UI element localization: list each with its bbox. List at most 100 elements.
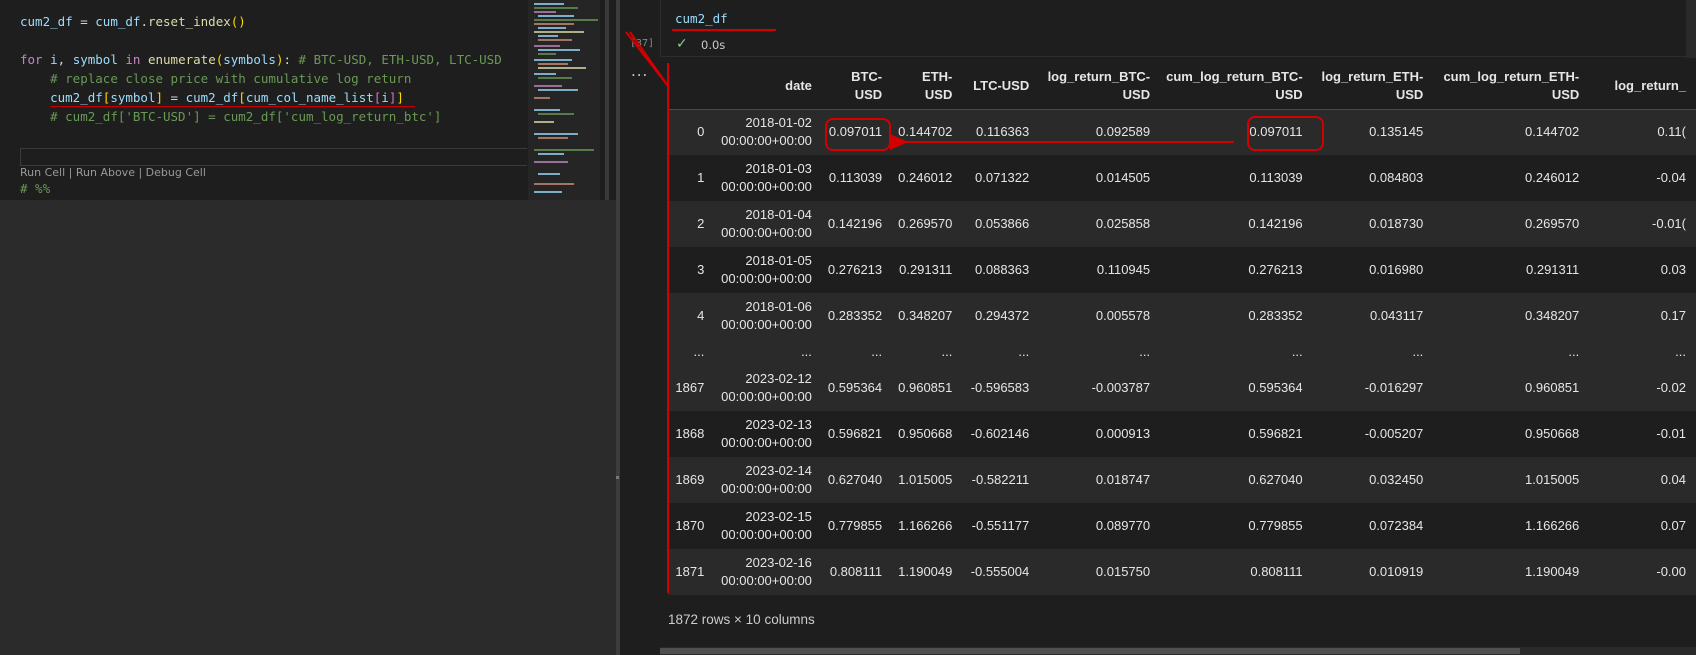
table-cell: 0.089770	[1095, 518, 1151, 533]
check-icon: ✓	[676, 36, 688, 52]
table-cell: 0.142196	[1248, 216, 1303, 231]
column-header: log_return_BTC- USD	[1039, 63, 1161, 110]
output-more-button[interactable]: ...	[631, 62, 648, 80]
table-cell: 0.291311	[899, 262, 953, 277]
execution-count: [37]	[630, 38, 655, 49]
table-cell: ...	[801, 344, 812, 359]
table-cell: 0.043117	[1370, 308, 1424, 323]
row-index-cell: 1869	[675, 472, 705, 487]
table-cell: -0.00	[1656, 564, 1686, 579]
debug-cell-link[interactable]: Debug Cell	[146, 166, 206, 179]
minimap[interactable]	[528, 0, 600, 200]
table-cell: 0.596821	[827, 426, 883, 441]
code-line-1: cum2_df = cum_df.reset_index()	[20, 14, 246, 29]
table-cell: -0.005207	[1364, 426, 1424, 441]
column-header: log_return_ETH- USD	[1312, 63, 1434, 110]
dataframe-table: date BTC- USD ETH- USD LTC-USD log_return_BTC-…	[668, 63, 1696, 595]
table-cell: 0.269570	[1525, 216, 1580, 231]
table-cell: -0.596583	[970, 380, 1030, 395]
code-editor[interactable]: cum2_df = cum_df.reset_index() for i, sy…	[0, 0, 616, 200]
output-hscroll-thumb[interactable]	[660, 648, 1520, 654]
dataframe-shape: 1872 rows × 10 columns	[668, 612, 815, 627]
cell-input-code[interactable]: cum2_df	[675, 11, 728, 26]
table-cell: 0.016980	[1369, 262, 1424, 277]
row-index-cell: 1	[697, 170, 705, 185]
table-cell: 0.348207	[1525, 308, 1580, 323]
table-cell: ...	[1675, 344, 1686, 359]
row-index-cell: 4	[697, 308, 705, 323]
row-index-cell: 1871	[675, 564, 705, 579]
table-cell: 0.627040	[1248, 472, 1303, 487]
table-cell: 0.627040	[827, 472, 883, 487]
row-index-cell: ...	[693, 344, 705, 359]
pane-splitter[interactable]	[616, 0, 620, 655]
table-row: 3 2018-01-05 00:00:00+00:00 0.276213 0.29131…	[668, 247, 1696, 293]
table-cell: 0.084803	[1369, 170, 1424, 185]
table-cell: ...	[1018, 344, 1030, 359]
table-cell: -0.02	[1656, 380, 1686, 395]
column-header: cum_log_return_BTC- USD	[1160, 63, 1313, 110]
table-cell: 0.11(	[1657, 124, 1686, 140]
column-header: date	[714, 63, 822, 110]
editor-scrollbar[interactable]	[605, 0, 609, 200]
table-cell: 2023-02-15 00:00:00+00:00	[721, 509, 812, 542]
table-cell: 2018-01-05 00:00:00+00:00	[721, 253, 812, 286]
red-underline-annotation	[50, 106, 415, 107]
table-cell: 1.190049	[1525, 564, 1580, 579]
table-cell: 0.071322	[975, 170, 1030, 185]
table-cell: ...	[871, 344, 883, 359]
table-cell: 0.246012	[1525, 170, 1580, 185]
run-above-link[interactable]: Run Above	[76, 166, 135, 179]
table-cell: ...	[1139, 344, 1151, 359]
table-cell: 2023-02-13 00:00:00+00:00	[721, 417, 812, 450]
table-cell: 0.144702	[1525, 124, 1580, 140]
table-cell: 0.113039	[828, 170, 883, 185]
row-index-cell: 3	[697, 262, 705, 277]
table-cell: 0.779855	[1248, 518, 1303, 533]
table-header-row: date BTC- USD ETH- USD LTC-USD log_return_BTC-…	[668, 63, 1696, 110]
table-row: 1 2018-01-03 00:00:00+00:00 0.113039 0.24601…	[668, 155, 1696, 201]
table-cell: 0.032450	[1369, 472, 1424, 487]
table-cell: ...	[1568, 344, 1580, 359]
table-cell: 2018-01-04 00:00:00+00:00	[721, 207, 812, 240]
table-cell: 0.348207	[898, 308, 953, 323]
run-cell-link[interactable]: Run Cell	[20, 166, 65, 179]
table-cell: 0.596821	[1248, 426, 1303, 441]
red-vertical-annotation	[667, 63, 669, 593]
notebook-scrollbar[interactable]	[1686, 0, 1696, 58]
column-header: BTC- USD	[821, 63, 893, 110]
code-block[interactable]: cum2_df = cum_df.reset_index() for i, sy…	[20, 12, 502, 126]
table-cell: 0.018730	[1369, 216, 1424, 231]
table-row: 0 2018-01-02 00:00:00+00:00 0.097011 0.14470…	[668, 109, 1696, 155]
table-cell: 0.018747	[1095, 472, 1151, 487]
table-cell: 0.960851	[1525, 380, 1580, 395]
table-cell: ...	[941, 344, 953, 359]
table-cell: 0.116363	[975, 124, 1030, 140]
table-cell: 0.088363	[975, 262, 1030, 277]
table-cell: 0.950668	[1525, 426, 1580, 441]
table-cell: 0.276213	[1248, 262, 1303, 277]
table-cell: -0.01	[1656, 426, 1686, 441]
table-row: 1867 2023-02-12 00:00:00+00:00 0.595364 0.96…	[668, 365, 1696, 411]
table-cell: 0.025858	[1095, 216, 1151, 231]
table-cell: 0.960851	[898, 380, 953, 395]
table-cell: 0.17	[1660, 308, 1686, 323]
table-cell: 0.269570	[898, 216, 953, 231]
table-cell: 2018-01-06 00:00:00+00:00	[721, 299, 812, 332]
table-cell: 0.276213	[827, 262, 883, 277]
table-cell: 0.010919	[1369, 564, 1424, 579]
table-cell: 0.097011	[828, 124, 883, 140]
table-cell: 0.135145	[1369, 124, 1424, 140]
table-cell: 2023-02-16 00:00:00+00:00	[721, 555, 812, 588]
column-header: cum_log_return_ETH- USD	[1433, 63, 1590, 110]
table-row: 1869 2023-02-14 00:00:00+00:00 0.627040 1.01…	[668, 457, 1696, 503]
notebook-input-cell[interactable]	[660, 0, 1696, 57]
table-row: 1870 2023-02-15 00:00:00+00:00 0.779855 1.16…	[668, 503, 1696, 549]
output-area: date BTC- USD ETH- USD LTC-USD log_return_BTC-…	[668, 63, 1696, 603]
table-cell: 1.190049	[898, 564, 953, 579]
table-cell: 1.015005	[898, 472, 953, 487]
table-cell: -0.555004	[970, 564, 1030, 579]
row-index-cell: 1870	[675, 518, 705, 533]
table-cell: 0.950668	[898, 426, 953, 441]
table-cell: 0.03	[1660, 262, 1686, 277]
